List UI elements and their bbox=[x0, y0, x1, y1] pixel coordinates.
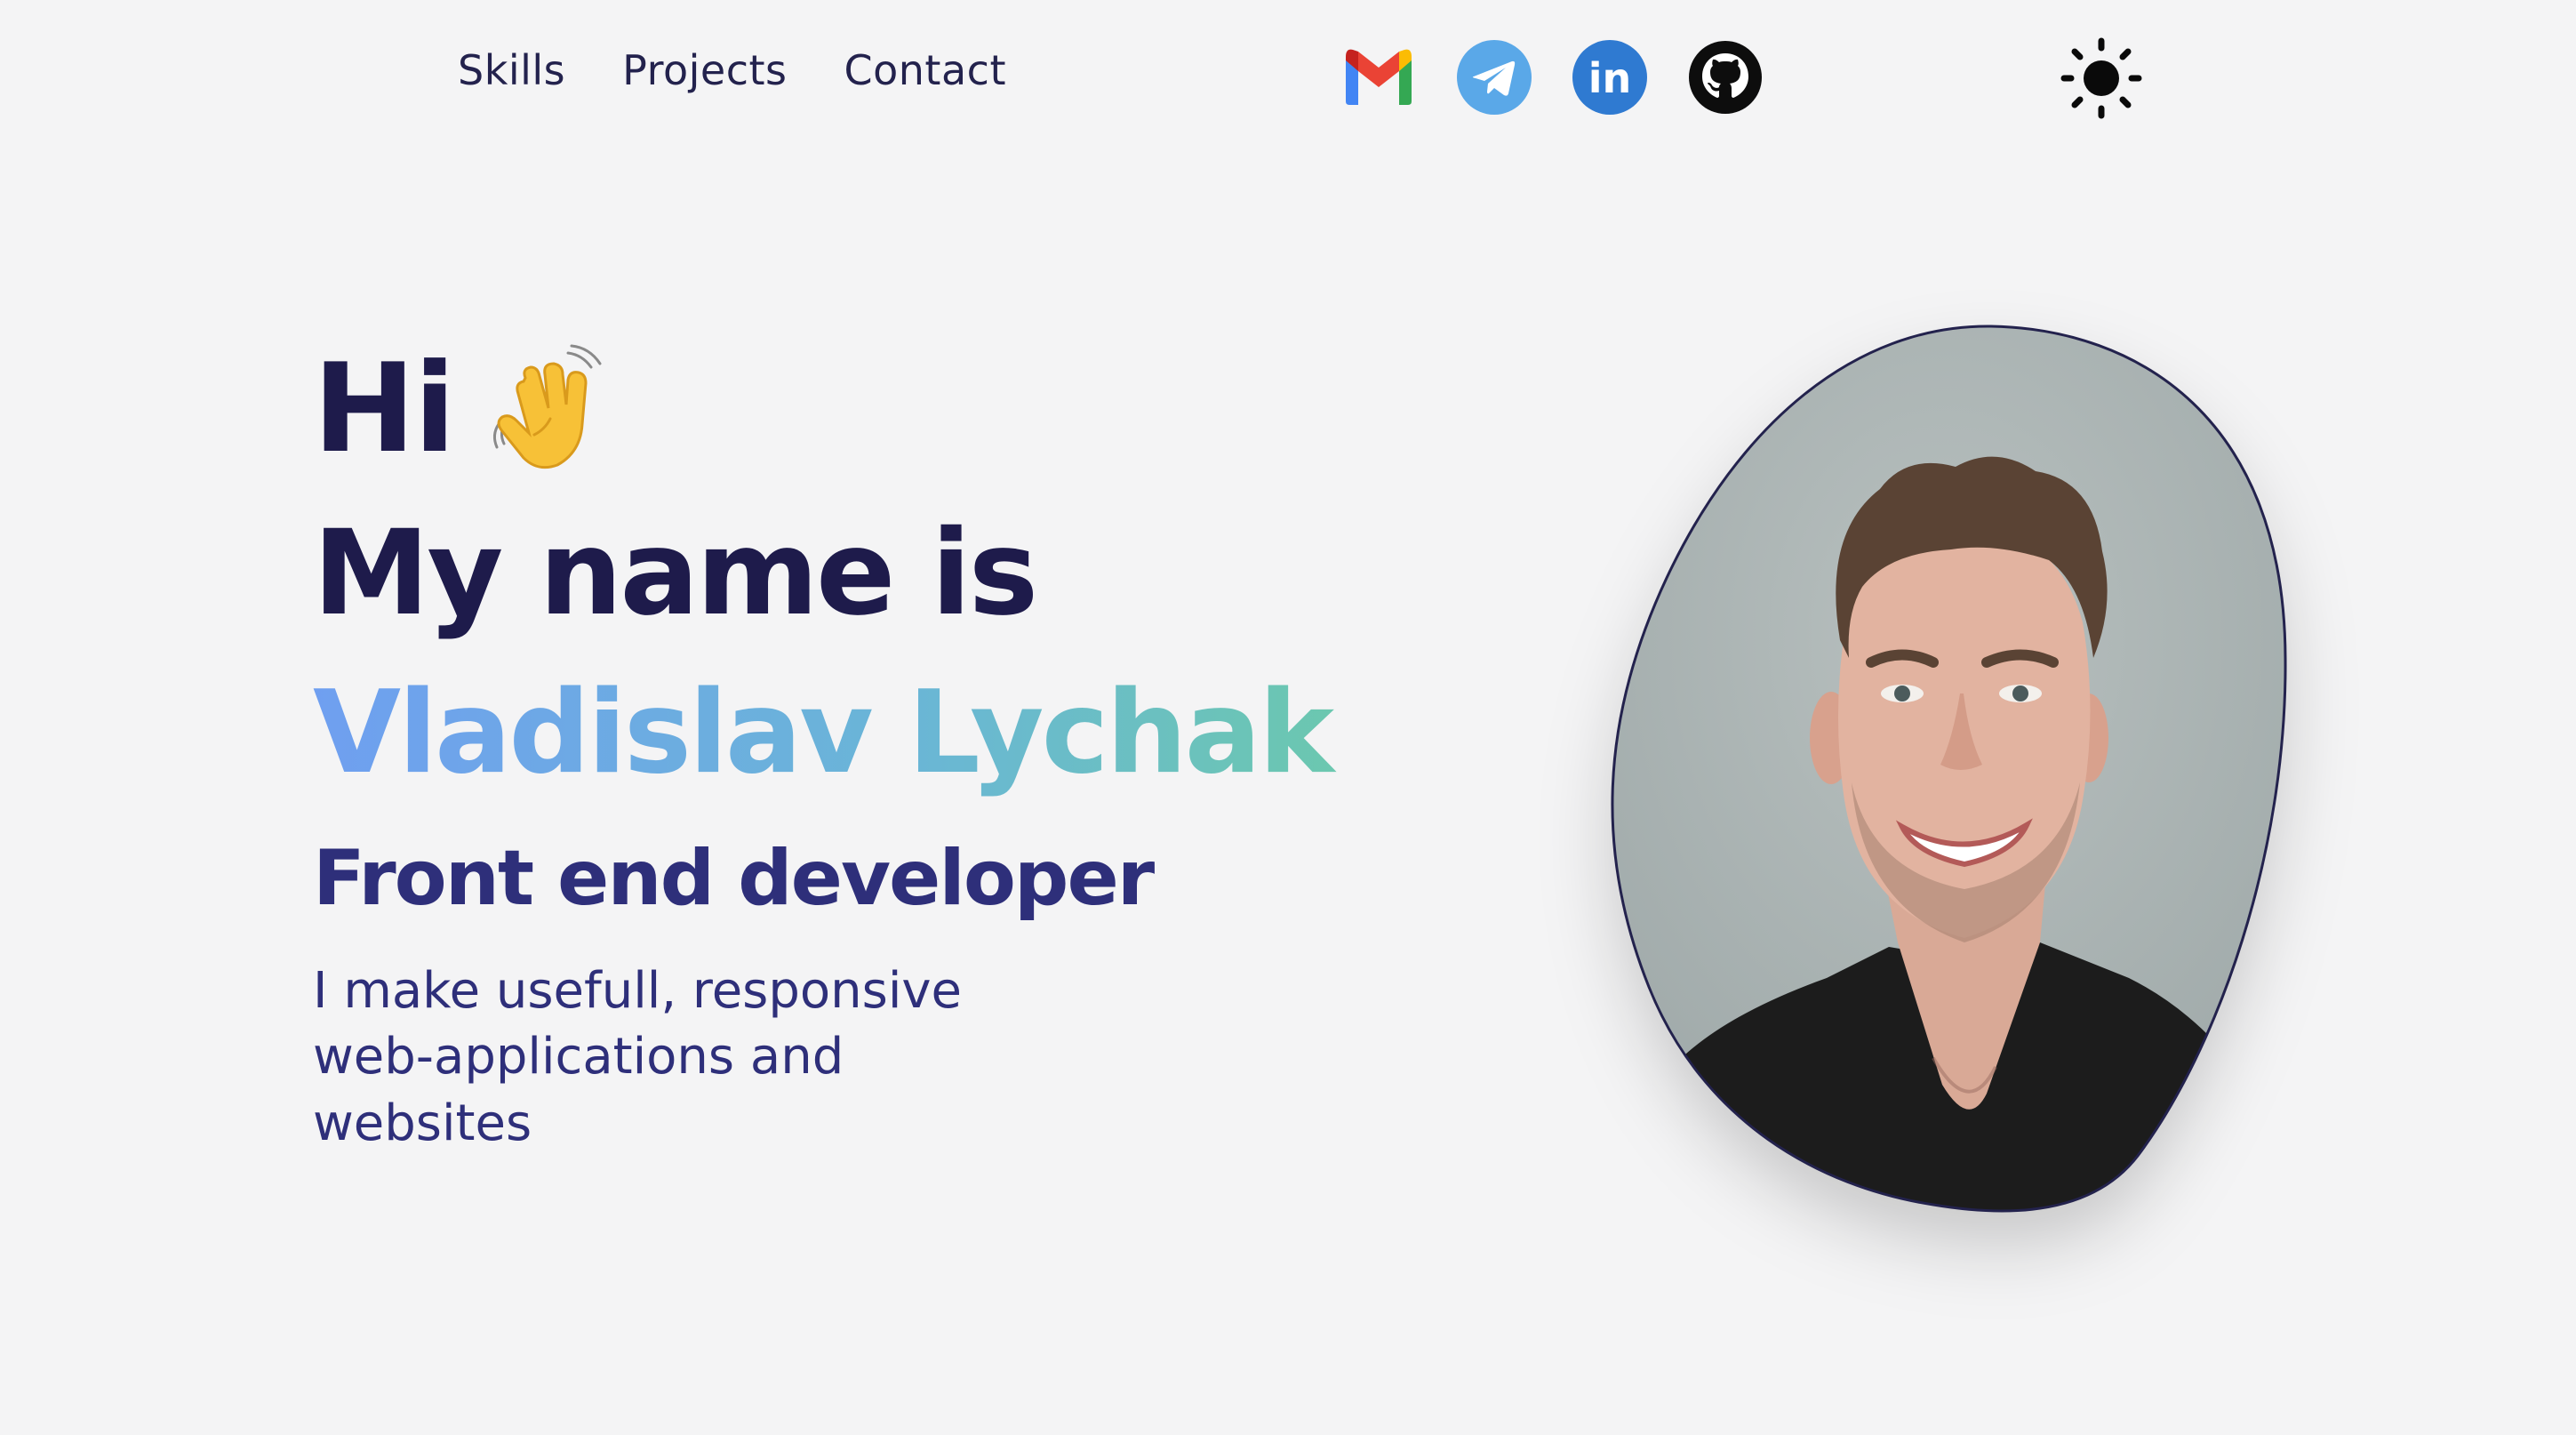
linkedin-icon[interactable]: in bbox=[1572, 39, 1648, 116]
telegram-icon[interactable] bbox=[1456, 39, 1532, 116]
gmail-icon[interactable] bbox=[1340, 39, 1417, 116]
hero-section: Hi My name is Vladislav Lychak Front end… bbox=[313, 333, 1513, 1157]
github-icon[interactable] bbox=[1687, 39, 1764, 116]
greeting-text: Hi bbox=[313, 337, 456, 480]
nav-link-contact[interactable]: Contact bbox=[844, 46, 1006, 94]
sun-icon[interactable] bbox=[2060, 37, 2142, 119]
main-nav: Skills Projects Contact bbox=[458, 46, 1006, 94]
social-links: in bbox=[1340, 39, 1764, 116]
nav-link-skills[interactable]: Skills bbox=[458, 46, 565, 94]
tagline: I make usefull, responsive web-applicati… bbox=[313, 961, 962, 1152]
portrait-image bbox=[1611, 325, 2287, 1213]
nav-link-projects[interactable]: Projects bbox=[622, 46, 787, 94]
greeting-line: Hi bbox=[313, 333, 1513, 485]
developer-name: Vladislav Lychak bbox=[313, 653, 1513, 814]
intro-text: My name is bbox=[313, 505, 1038, 642]
avatar bbox=[1596, 320, 2298, 1227]
svg-text:in: in bbox=[1588, 54, 1632, 102]
waving-hand-icon bbox=[492, 344, 602, 469]
role-title: Front end developer bbox=[313, 834, 1155, 923]
